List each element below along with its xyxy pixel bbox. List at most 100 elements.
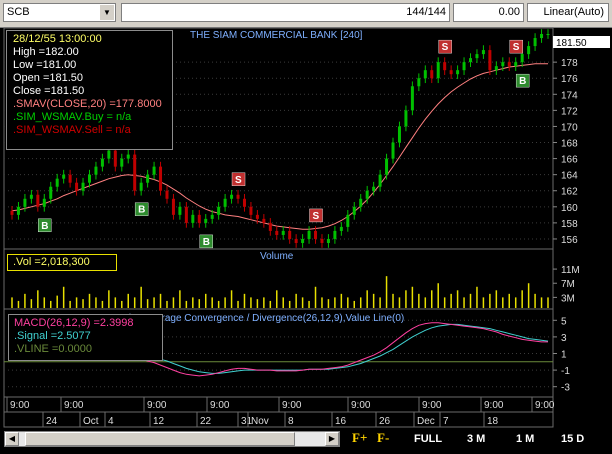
info-smav: .SMAV(CLOSE,20) =177.8000 (13, 98, 162, 110)
candle-body (133, 154, 137, 191)
candle-body (55, 178, 59, 187)
candle-body (16, 206, 20, 215)
candle-body (301, 238, 305, 243)
info-buy: .SIM_WSMAV.Buy = n/a (13, 111, 132, 123)
info-high: High =182.00 (13, 46, 79, 58)
range-15d-button[interactable]: 15 D (561, 431, 584, 447)
time-top-label: 9:00 (147, 400, 167, 411)
candle-body (417, 78, 421, 87)
zoom-in-button[interactable]: F+ (352, 428, 367, 448)
info-signal: .Signal =2.5077 (14, 330, 91, 342)
macd-tick-label: 1 (561, 350, 567, 361)
info-open: Open =181.50 (13, 72, 84, 84)
info-macd: MACD(26,12,9) =2.3998 (14, 317, 134, 329)
macd-tick-label: -1 (561, 366, 570, 377)
candle-body (107, 150, 111, 159)
macd-axis: 5 3 1 -1 -3 (553, 316, 570, 394)
zoom-out-button[interactable]: F- (377, 428, 389, 448)
candle-body (171, 198, 175, 215)
time-bottom-label: 12 (153, 416, 165, 427)
signal-label: B (138, 205, 145, 216)
time-bottom-label: 26 (379, 416, 391, 427)
candle-body (100, 158, 104, 167)
candle-body (475, 54, 479, 59)
candle-body (494, 66, 498, 71)
time-bottom-label: 16 (335, 416, 347, 427)
candle-body (204, 218, 208, 223)
scroll-left-icon[interactable]: ◀ (5, 432, 19, 446)
time-bottom-label: 7 (443, 416, 449, 427)
macd-tick-label: 3 (561, 333, 567, 344)
info-volume: .Vol =2,018,300 (13, 256, 90, 268)
candle-body (146, 174, 150, 183)
candle-body (397, 126, 401, 143)
candle-body (339, 226, 343, 231)
scroll-thumb[interactable] (25, 432, 295, 446)
price-tick-label: 178 (561, 58, 578, 69)
time-top-label: 9:00 (422, 400, 442, 411)
candle-body (488, 50, 492, 71)
candle-body (533, 38, 537, 47)
candle-body (165, 190, 169, 199)
volume-tick-label: 11M (561, 265, 580, 276)
candle-body (288, 230, 292, 239)
time-bottom-label: 22 (200, 416, 212, 427)
candle-body (546, 34, 550, 36)
price-tick-label: 158 (561, 219, 578, 230)
signal-label: S (513, 42, 520, 53)
range-1m-button[interactable]: 1 M (516, 431, 534, 447)
candle-body (49, 186, 53, 199)
time-top-label: 9:00 (484, 400, 504, 411)
candle-body (36, 194, 40, 207)
candle-body (404, 110, 408, 127)
horizontal-scrollbar[interactable]: ◀ ▶ (4, 431, 340, 447)
candle-body (236, 194, 240, 199)
candle-body (139, 182, 143, 191)
time-top-label: 9:00 (64, 400, 84, 411)
time-top-label: 9:00 (210, 400, 230, 411)
price-tick-label: 162 (561, 187, 578, 198)
price-tick-label: 160 (561, 203, 578, 214)
candle-body (262, 218, 266, 223)
candle-body (520, 54, 524, 63)
candle-body (527, 46, 531, 55)
candle-body (223, 198, 227, 207)
signal-label: B (41, 221, 48, 232)
price-tick-label: 166 (561, 155, 578, 166)
current-price-label: 181.50 (556, 38, 587, 49)
candle-body (29, 194, 33, 199)
signal-label: S (313, 211, 320, 222)
price-tick-label: 164 (561, 171, 578, 182)
time-bottom-label: 24 (46, 416, 58, 427)
candle-body (294, 238, 298, 243)
candle-body (268, 222, 272, 231)
scroll-right-icon[interactable]: ▶ (325, 432, 339, 446)
signal-label: B (203, 237, 210, 248)
candle-body (352, 206, 356, 215)
candle-body (391, 142, 395, 159)
range-full-button[interactable]: FULL (414, 431, 442, 447)
candle-body (10, 210, 14, 215)
time-top-label: 9:00 (535, 400, 555, 411)
price-axis: 178 176 174 172 170 168 166 164 162 160 158 156 (553, 58, 578, 246)
price-tick-label: 172 (561, 106, 578, 117)
candle-body (62, 174, 66, 179)
candle-body (385, 158, 389, 175)
candle-body (481, 50, 485, 55)
candle-body (307, 230, 311, 239)
candle-body (275, 230, 279, 235)
signal-label: B (519, 76, 526, 87)
info-low: Low =181.00 (13, 59, 77, 71)
candle-body (378, 174, 382, 187)
range-3m-button[interactable]: 3 M (467, 431, 485, 447)
candle-body (410, 86, 414, 111)
candle-body (87, 174, 91, 183)
candle-body (23, 198, 27, 207)
candle-body (314, 230, 318, 239)
volume-axis: 11M 7M 3M (553, 265, 580, 304)
candle-body (42, 198, 46, 207)
candle-body (178, 206, 182, 215)
candle-body (430, 70, 434, 79)
price-info-box: 28/12/55 13:00:00 High =182.00 Low =181.… (6, 30, 173, 150)
info-sell: .SIM_WSMAV.Sell = n/a (13, 124, 131, 136)
